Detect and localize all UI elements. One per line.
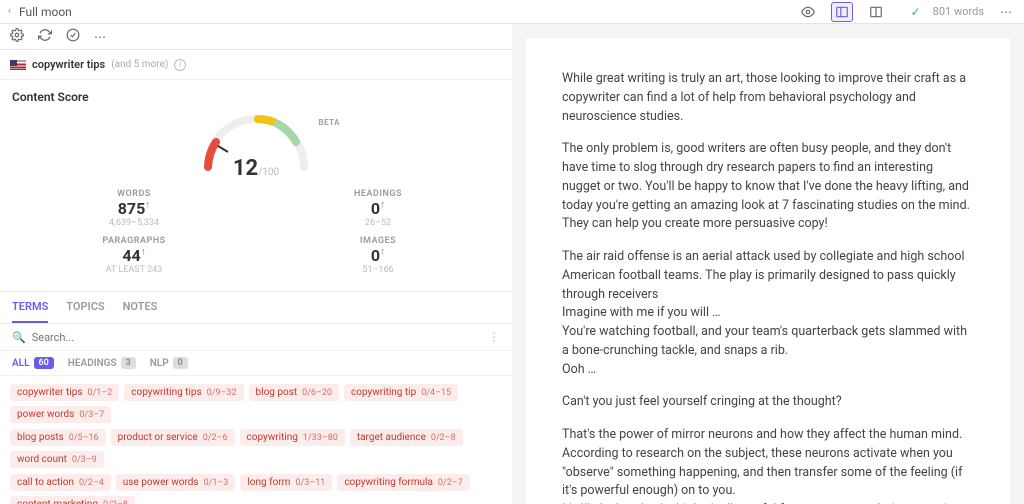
tab-topics[interactable]: TOPICS bbox=[66, 292, 104, 323]
images-range: 51–166 bbox=[256, 265, 500, 275]
search-more-icon[interactable]: ⋮ bbox=[488, 330, 500, 344]
tabs: TERMS TOPICS NOTES bbox=[0, 292, 512, 324]
para: The air raid offense is an aerial attack… bbox=[562, 248, 974, 379]
filter-nlp[interactable]: NLP0 bbox=[150, 357, 188, 369]
tab-notes[interactable]: NOTES bbox=[123, 292, 158, 323]
para: Can't you just feel yourself cringing at… bbox=[562, 393, 974, 412]
headings-label: HEADINGS bbox=[256, 189, 500, 199]
term-chip[interactable]: copywriting tip0/4–15 bbox=[344, 384, 458, 401]
paper[interactable]: While great writing is truly an art, tho… bbox=[526, 38, 1010, 504]
term-chip[interactable]: copywriting tips0/9–32 bbox=[124, 384, 243, 401]
tab-terms[interactable]: TERMS bbox=[12, 292, 48, 323]
term-chip[interactable]: use power words0/1–3 bbox=[116, 474, 236, 491]
sidebar-toggle-icon[interactable] bbox=[831, 2, 853, 22]
filter-headings[interactable]: HEADINGS3 bbox=[68, 357, 136, 369]
left-toolbar: ⋯ bbox=[0, 24, 512, 50]
more-horiz-icon[interactable]: ⋯ bbox=[94, 30, 106, 44]
filter-row: ALL60 HEADINGS3 NLP0 bbox=[0, 351, 512, 376]
para: While great writing is truly an art, tho… bbox=[562, 70, 974, 126]
primary-tag[interactable]: copywriter tips bbox=[32, 58, 105, 71]
images-value: 0↑ bbox=[256, 246, 500, 265]
check-icon: ✓ bbox=[911, 5, 921, 19]
term-chip[interactable]: power words0/3–7 bbox=[10, 406, 111, 423]
search-row: 🔍 ⋮ bbox=[0, 324, 512, 351]
paras-value: 44↑ bbox=[12, 246, 256, 265]
score-title: Content Score bbox=[12, 90, 500, 104]
info-icon[interactable]: i bbox=[174, 59, 186, 71]
beta-badge: BETA bbox=[318, 118, 340, 127]
topbar: ‹ Full moon ✓ 801 words ⋯ bbox=[0, 0, 1024, 24]
words-range: 4,639–5,334 bbox=[12, 218, 256, 228]
term-chip[interactable]: long form0/3–11 bbox=[240, 474, 332, 491]
paras-range: AT LEAST 243 bbox=[12, 265, 256, 275]
term-chip[interactable]: target audience0/2–8 bbox=[350, 429, 463, 446]
terms-list: copywriter tips0/1–2 copywriting tips0/9–… bbox=[0, 376, 512, 504]
para: That's the power of mirror neurons and h… bbox=[562, 426, 974, 504]
term-chip[interactable]: call to action0/2–4 bbox=[10, 474, 111, 491]
term-chip[interactable]: blog post0/6–20 bbox=[249, 384, 339, 401]
word-count: 801 words bbox=[933, 5, 984, 18]
paras-label: PARAGRAPHS bbox=[12, 236, 256, 246]
tag-more[interactable]: (and 5 more) bbox=[111, 59, 168, 70]
term-chip[interactable]: blog posts0/5–16 bbox=[10, 429, 106, 446]
doc-tag-row: copywriter tips (and 5 more) i bbox=[0, 50, 512, 80]
score-gauge: BETA bbox=[196, 112, 316, 172]
score-section: Content Score BETA 12/100 bbox=[0, 80, 512, 292]
search-icon: 🔍 bbox=[12, 331, 26, 344]
term-chip[interactable]: product or service0/2–6 bbox=[111, 429, 235, 446]
chevron-left-icon[interactable]: ‹ bbox=[8, 6, 11, 17]
words-value: 875↑ bbox=[12, 199, 256, 218]
headings-value: 0↑ bbox=[256, 199, 500, 218]
para: The only problem is, good writers are of… bbox=[562, 140, 974, 234]
term-chip[interactable]: content marketing0/2–8 bbox=[10, 496, 135, 504]
check-circle-icon[interactable] bbox=[66, 28, 80, 45]
more-icon[interactable]: ⋯ bbox=[996, 3, 1016, 21]
split-view-icon[interactable] bbox=[865, 2, 887, 22]
filter-all[interactable]: ALL60 bbox=[12, 357, 54, 369]
words-label: WORDS bbox=[12, 189, 256, 199]
term-chip[interactable]: word count0/3–9 bbox=[10, 451, 104, 468]
us-flag-icon bbox=[10, 60, 26, 70]
content-preview: While great writing is truly an art, tho… bbox=[512, 24, 1024, 504]
term-chip[interactable]: copywriting1/33–80 bbox=[240, 429, 345, 446]
doc-title: Full moon bbox=[19, 5, 72, 19]
eye-icon[interactable] bbox=[797, 2, 819, 22]
refresh-icon[interactable] bbox=[38, 28, 52, 45]
term-chip[interactable]: copywriter tips0/1–2 bbox=[10, 384, 119, 401]
gear-icon[interactable] bbox=[10, 28, 24, 45]
term-chip[interactable]: copywriting formula0/2–7 bbox=[337, 474, 469, 491]
search-input[interactable] bbox=[32, 331, 482, 344]
headings-range: 26–52 bbox=[256, 218, 500, 228]
images-label: IMAGES bbox=[256, 236, 500, 246]
